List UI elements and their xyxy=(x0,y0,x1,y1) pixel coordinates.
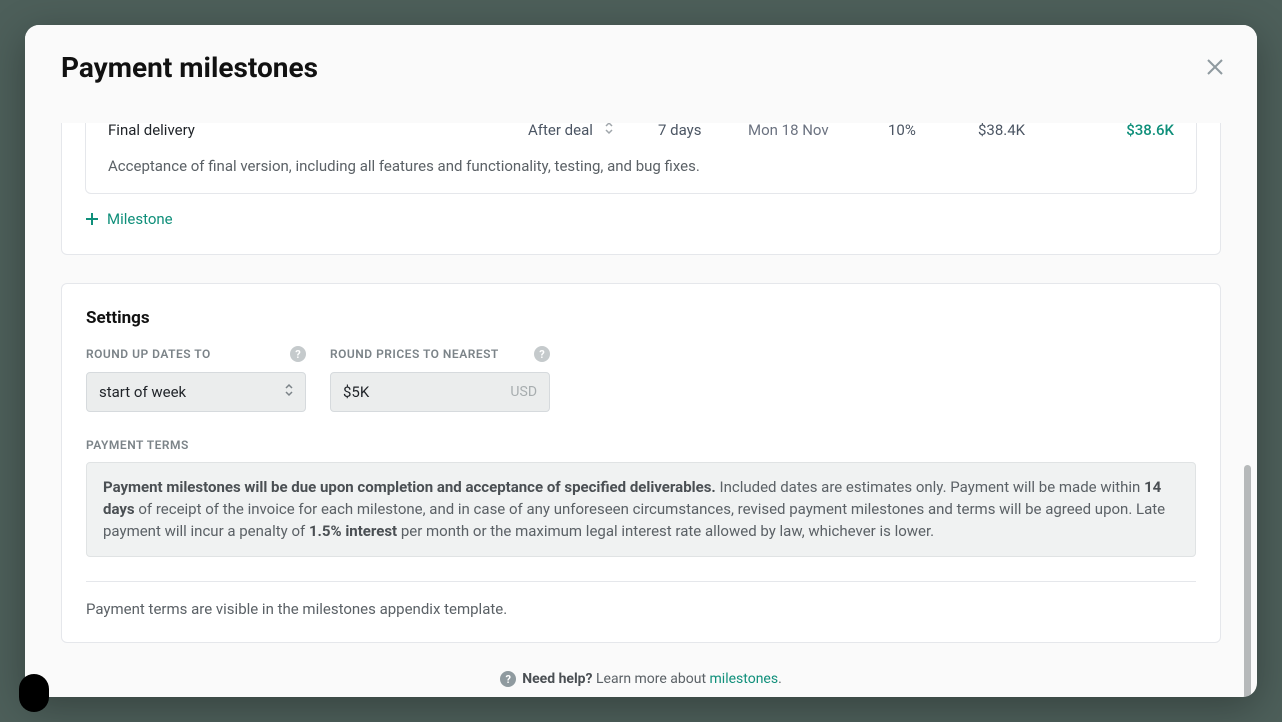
milestone-after-value: After deal xyxy=(528,121,593,139)
help-icon: ? xyxy=(500,671,516,687)
sort-icon xyxy=(603,121,615,139)
help-period: . xyxy=(778,671,782,687)
plus-icon xyxy=(85,212,99,226)
payment-terms-textarea[interactable]: Payment milestones will be due upon comp… xyxy=(86,462,1196,557)
milestone-total: $38.6K xyxy=(1058,121,1174,139)
modal-body[interactable]: Final delivery After deal 7 days Mon 18 … xyxy=(25,25,1257,697)
milestone-name: Final delivery xyxy=(108,121,528,139)
terms-text-3: per month or the maximum legal interest … xyxy=(397,522,934,540)
round-prices-value: $5K xyxy=(343,383,369,401)
corner-widget[interactable] xyxy=(19,674,49,712)
modal-header: Payment milestones xyxy=(25,25,1257,123)
milestone-date: Mon 18 Nov xyxy=(748,121,888,139)
help-icon[interactable]: ? xyxy=(534,346,550,362)
milestone-description: Acceptance of final version, including a… xyxy=(86,145,1196,193)
terms-visibility-note: Payment terms are visible in the milesto… xyxy=(86,600,1196,626)
round-dates-label: ROUND UP DATES TO xyxy=(86,347,211,361)
milestone-after-select[interactable]: After deal xyxy=(528,121,658,139)
add-milestone-button[interactable]: Milestone xyxy=(62,194,1220,254)
divider xyxy=(86,581,1196,582)
round-dates-value: start of week xyxy=(99,383,186,401)
add-milestone-label: Milestone xyxy=(107,210,173,228)
help-text: Learn more about xyxy=(596,671,710,687)
currency-suffix: USD xyxy=(510,384,537,400)
help-icon[interactable]: ? xyxy=(290,346,306,362)
settings-card: Settings ROUND UP DATES TO ? start of we… xyxy=(61,283,1221,643)
round-prices-label-row: ROUND PRICES TO NEAREST ? xyxy=(330,346,550,362)
round-prices-group: ROUND PRICES TO NEAREST ? $5K USD xyxy=(330,346,550,412)
round-prices-label: ROUND PRICES TO NEAREST xyxy=(330,347,499,361)
terms-bold-1: Payment milestones will be due upon comp… xyxy=(103,478,716,496)
milestone-item: Final delivery After deal 7 days Mon 18 … xyxy=(85,114,1197,194)
milestone-days: 7 days xyxy=(658,121,748,139)
terms-text-1: Included dates are estimates only. Payme… xyxy=(716,478,1144,496)
help-bold: Need help? xyxy=(522,671,592,687)
round-prices-input[interactable]: $5K USD xyxy=(330,372,550,412)
milestone-amount: $38.4K xyxy=(978,121,1058,139)
settings-row: ROUND UP DATES TO ? start of week xyxy=(86,346,1196,412)
scrollbar-thumb[interactable] xyxy=(1244,465,1251,697)
milestones-card: Final delivery After deal 7 days Mon 18 … xyxy=(61,113,1221,255)
close-icon xyxy=(1203,55,1227,79)
round-dates-group: ROUND UP DATES TO ? start of week xyxy=(86,346,306,412)
payment-terms-label: PAYMENT TERMS xyxy=(86,438,1196,452)
milestone-percent: 10% xyxy=(888,121,978,139)
settings-title: Settings xyxy=(86,308,1196,328)
modal-title: Payment milestones xyxy=(61,51,1221,84)
close-button[interactable] xyxy=(1203,55,1227,79)
payment-milestones-modal: Payment milestones Final delivery After … xyxy=(25,25,1257,697)
milestones-link[interactable]: milestones xyxy=(710,671,779,687)
round-dates-select[interactable]: start of week xyxy=(86,372,306,412)
help-footer: ? Need help? Learn more about milestones… xyxy=(61,671,1221,687)
chevron-updown-icon xyxy=(283,382,295,402)
terms-bold-3: 1.5% interest xyxy=(309,522,397,540)
round-dates-label-row: ROUND UP DATES TO ? xyxy=(86,346,306,362)
